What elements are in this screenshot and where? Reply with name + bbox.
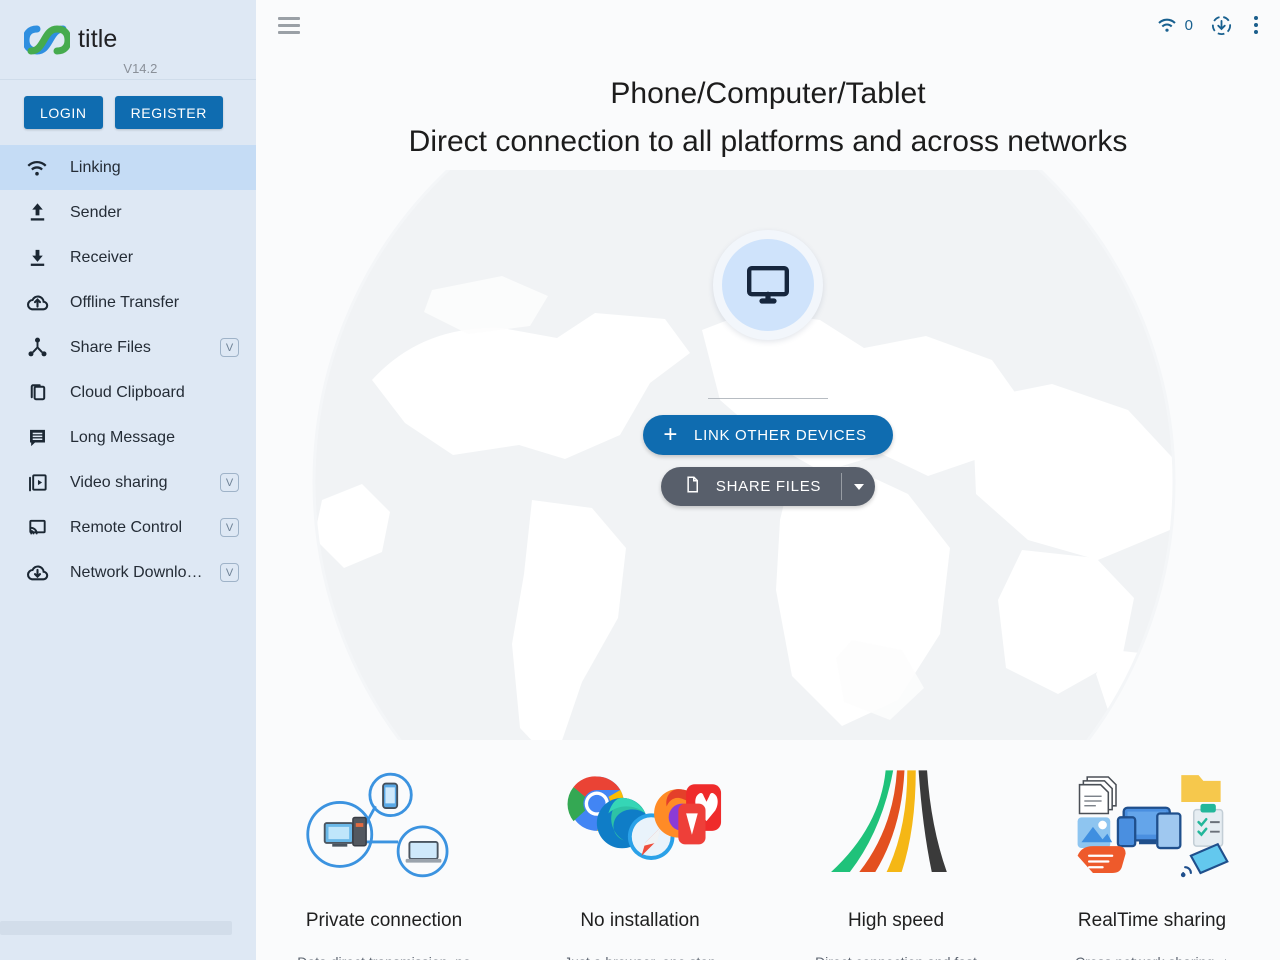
topbar: 0 bbox=[256, 0, 1280, 50]
sidebar-item-video-sharing[interactable]: Video sharing V bbox=[0, 460, 256, 505]
file-icon bbox=[683, 475, 702, 498]
link-other-devices-button[interactable]: + LINK OTHER DEVICES bbox=[643, 415, 893, 455]
sidebar-item-receiver[interactable]: Receiver bbox=[0, 235, 256, 280]
sidebar-item-label: Network Downlo… bbox=[70, 563, 203, 581]
sidebar-item-label: Share Files bbox=[70, 338, 151, 356]
feature-card-realtime-sharing: RealTime sharing Cross network sharing, … bbox=[1024, 760, 1280, 960]
feature-description: Cross network sharing, ↓ bbox=[1034, 952, 1270, 960]
headline-line-2: Direct connection to all platforms and a… bbox=[408, 125, 1128, 158]
download-icon bbox=[24, 245, 50, 271]
feature-card-private-connection: Private connection Data direct transmiss… bbox=[256, 760, 512, 960]
status-badge: V bbox=[220, 563, 239, 582]
feature-card-no-installation: No installation Just a browser, one stop bbox=[512, 760, 768, 960]
login-button[interactable]: LOGIN bbox=[24, 96, 103, 129]
wifi-icon bbox=[1157, 18, 1176, 32]
app-root: title V14.2 LOGIN REGISTER Linking Sende… bbox=[0, 0, 1280, 960]
chevron-down-icon bbox=[853, 483, 864, 490]
feature-title: RealTime sharing bbox=[1077, 910, 1227, 931]
sidebar-item-sender[interactable]: Sender bbox=[0, 190, 256, 235]
sidebar-item-label: Remote Control bbox=[70, 518, 183, 536]
headline-block: Phone/Computer/Tablet Direct connection … bbox=[256, 72, 1280, 168]
wifi-count-label: 0 bbox=[1184, 16, 1193, 34]
feature-title: High speed bbox=[847, 910, 945, 931]
sidebar-item-share-files[interactable]: Share Files V bbox=[0, 325, 256, 370]
share-nodes-icon bbox=[24, 335, 50, 361]
high-speed-art bbox=[778, 760, 1014, 890]
main-content: 0 Phone/Computer/Tablet Direct connectio… bbox=[256, 0, 1280, 960]
feature-description: Data direct transmission, no bbox=[266, 952, 502, 960]
version-label: V14.2 bbox=[123, 61, 158, 76]
cloud-download-icon bbox=[24, 560, 50, 586]
device-avatar bbox=[713, 230, 823, 340]
status-badge: V bbox=[220, 338, 239, 357]
sidebar-item-label: Long Message bbox=[70, 428, 175, 446]
copy-icon bbox=[24, 380, 50, 406]
sidebar: title V14.2 LOGIN REGISTER Linking Sende… bbox=[0, 0, 256, 960]
share-files-dropdown-button[interactable] bbox=[842, 467, 875, 506]
message-lines-icon bbox=[24, 425, 50, 451]
feature-title: No installation bbox=[580, 910, 700, 931]
sidebar-item-label: Video sharing bbox=[70, 473, 168, 491]
page-title: title bbox=[78, 25, 118, 53]
plus-icon: + bbox=[663, 421, 679, 448]
feature-description: Direct connection and fast bbox=[778, 952, 1014, 960]
sidebar-item-long-message[interactable]: Long Message bbox=[0, 415, 256, 460]
feature-description: Just a browser, one stop bbox=[522, 952, 758, 960]
upload-icon bbox=[24, 200, 50, 226]
sidebar-item-label: Linking bbox=[70, 158, 121, 176]
video-library-icon bbox=[24, 470, 50, 496]
sidebar-item-network-download[interactable]: Network Downlo… V bbox=[0, 550, 256, 595]
sidebar-nav: Linking Sender Receiver Offline Transfer… bbox=[0, 143, 256, 595]
link-other-devices-label: LINK OTHER DEVICES bbox=[694, 426, 867, 444]
brand-header: title V14.2 bbox=[0, 0, 256, 80]
sidebar-item-label: Receiver bbox=[70, 248, 134, 266]
browsers-art bbox=[522, 760, 758, 890]
infinity-loop-logo bbox=[22, 24, 72, 55]
sidebar-item-label: Cloud Clipboard bbox=[70, 383, 185, 401]
monitor-icon bbox=[722, 239, 814, 331]
share-files-split-button: SHARE FILES bbox=[660, 467, 876, 506]
cloud-upload-icon bbox=[24, 290, 50, 316]
hero-block: + LINK OTHER DEVICES SHARE FILES bbox=[256, 230, 1280, 506]
status-badge: V bbox=[220, 518, 239, 537]
hero-divider bbox=[708, 398, 828, 399]
headline-line-1: Phone/Computer/Tablet bbox=[610, 77, 926, 110]
feature-title: Private connection bbox=[305, 910, 463, 931]
realtime-sharing-art bbox=[1034, 760, 1270, 890]
feature-list: Private connection Data direct transmiss… bbox=[256, 760, 1280, 960]
auth-buttons: LOGIN REGISTER bbox=[0, 80, 256, 143]
sidebar-item-offline-transfer[interactable]: Offline Transfer bbox=[0, 280, 256, 325]
hamburger-icon[interactable] bbox=[278, 13, 300, 38]
wifi-icon bbox=[24, 155, 50, 181]
screen-cast-icon bbox=[24, 515, 50, 541]
sidebar-item-linking[interactable]: Linking bbox=[0, 145, 256, 190]
topbar-actions: 0 bbox=[1156, 14, 1262, 37]
wifi-status[interactable]: 0 bbox=[1156, 14, 1193, 36]
sidebar-item-label: Offline Transfer bbox=[70, 293, 180, 311]
share-files-button[interactable]: SHARE FILES bbox=[661, 467, 841, 506]
private-connection-art bbox=[266, 760, 502, 890]
sidebar-horizontal-scrollbar[interactable] bbox=[0, 921, 232, 935]
sidebar-item-label: Sender bbox=[70, 203, 122, 221]
feature-card-high-speed: High speed Direct connection and fast bbox=[768, 760, 1024, 960]
register-button[interactable]: REGISTER bbox=[114, 96, 223, 129]
share-files-label: SHARE FILES bbox=[715, 478, 822, 495]
sidebar-item-remote-control[interactable]: Remote Control V bbox=[0, 505, 256, 550]
more-vertical-icon[interactable] bbox=[1250, 14, 1262, 36]
download-progress-icon[interactable] bbox=[1210, 14, 1233, 37]
status-badge: V bbox=[220, 473, 239, 492]
sidebar-item-cloud-clipboard[interactable]: Cloud Clipboard bbox=[0, 370, 256, 415]
